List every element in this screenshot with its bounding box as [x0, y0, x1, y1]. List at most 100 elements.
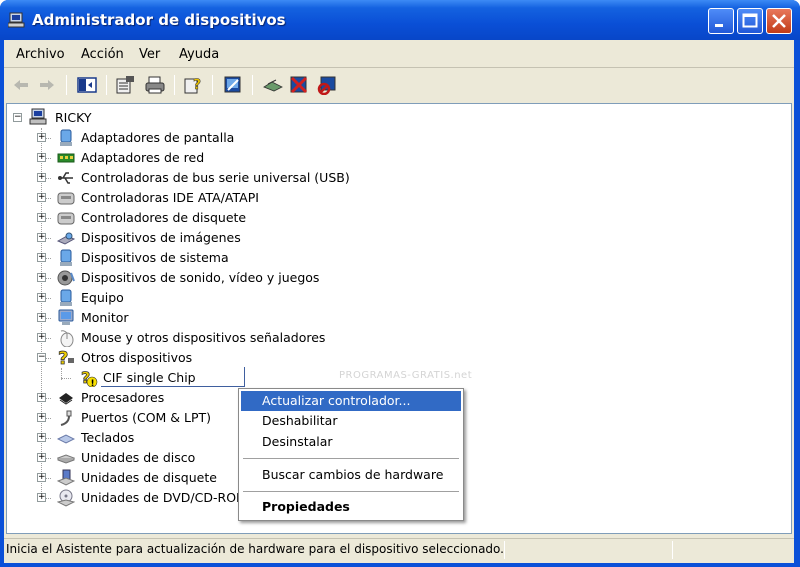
expand-icon[interactable]: + [37, 313, 46, 322]
status-bar: Inicia el Asistente para actualización d… [4, 538, 794, 560]
expand-icon[interactable]: + [37, 433, 46, 442]
properties-icon[interactable] [114, 75, 136, 95]
computer-icon [60, 289, 72, 306]
expand-icon[interactable]: + [37, 493, 46, 502]
monitor-icon [58, 309, 74, 325]
disable-device-icon[interactable] [288, 75, 310, 95]
tree-node[interactable]: + Unidades de disquete [35, 468, 235, 488]
tree-node-label: Adaptadores de red [81, 150, 205, 165]
collapse-icon[interactable]: − [37, 353, 46, 362]
ctx-uninstall[interactable]: Desinstalar [241, 432, 461, 452]
menu-ver[interactable]: Ver [139, 47, 160, 62]
expand-icon[interactable]: + [37, 453, 46, 462]
floppy-drive-icon [57, 469, 75, 486]
expand-icon[interactable]: + [37, 233, 46, 242]
port-icon [60, 410, 72, 426]
tree-root-ricky[interactable]: − RICKY [13, 108, 213, 128]
menu-archivo[interactable]: Archivo [16, 47, 65, 62]
help-icon[interactable]: ? [182, 75, 204, 95]
tree-node-label: Adaptadores de pantalla [81, 130, 235, 145]
expand-icon[interactable]: + [37, 273, 46, 282]
expand-icon[interactable]: + [37, 333, 46, 342]
tree-node-label: Dispositivos de imágenes [81, 230, 241, 245]
context-menu: Actualizar controlador... Deshabilitar D… [238, 388, 464, 521]
status-text: Inicia el Asistente para actualización d… [6, 542, 504, 556]
tree-node[interactable]: + Adaptadores de red [35, 148, 435, 168]
tree-node[interactable]: + Unidades de disco [35, 448, 235, 468]
processor-icon [59, 393, 73, 405]
floppy-controller-icon [57, 212, 75, 225]
tree-node-label: Monitor [81, 310, 129, 325]
maximize-button[interactable] [737, 8, 763, 34]
tree-node-label: Otros dispositivos [81, 350, 193, 365]
tree-node[interactable]: + Controladoras IDE ATA/ATAPI [35, 188, 435, 208]
ctx-disable[interactable]: Deshabilitar [241, 411, 461, 431]
minimize-button[interactable] [708, 8, 734, 34]
display-adapter-icon [60, 129, 72, 146]
tree-node[interactable]: + Equipo [35, 288, 435, 308]
menu-ayuda[interactable]: Ayuda [179, 47, 219, 62]
tree-node[interactable]: + Dispositivos de sistema [35, 248, 435, 268]
tree-node[interactable]: + Mouse y otros dispositivos señaladores [35, 328, 435, 348]
system-device-icon [60, 249, 72, 266]
collapse-icon[interactable]: − [13, 113, 22, 122]
tree-node[interactable]: + Monitor [35, 308, 435, 328]
computer-icon [8, 12, 25, 28]
toolbar-separator [66, 75, 67, 95]
tree-node-label: Mouse y otros dispositivos señaladores [81, 330, 326, 345]
scan-hardware-icon[interactable] [222, 75, 244, 95]
tree-node[interactable]: + Dispositivos de imágenes [35, 228, 435, 248]
close-button[interactable] [766, 8, 792, 34]
tree-node-label: Procesadores [81, 390, 165, 405]
tree-node-expanded[interactable]: − ? Otros dispositivos [35, 348, 435, 368]
ctx-scan-hardware[interactable]: Buscar cambios de hardware [241, 465, 461, 485]
tree-node[interactable]: + Teclados [35, 428, 235, 448]
rename-edit-box[interactable] [101, 367, 245, 387]
uninstall-device-icon[interactable] [316, 75, 338, 95]
tree-node[interactable]: + Controladoras de bus serie universal (… [35, 168, 435, 188]
ide-controller-icon [57, 192, 75, 205]
network-adapter-icon [57, 153, 75, 163]
status-divider [504, 541, 505, 559]
unknown-device-warning-icon: ?! [81, 369, 98, 387]
expand-icon[interactable]: + [37, 133, 46, 142]
mouse-icon [60, 330, 74, 347]
computer-icon [29, 108, 47, 125]
update-driver-icon[interactable] [262, 75, 284, 95]
imaging-device-icon [57, 232, 75, 245]
expand-icon[interactable]: + [37, 213, 46, 222]
menu-bar: Archivo Acción Ver Ayuda [4, 40, 794, 68]
expand-icon[interactable]: + [37, 293, 46, 302]
expand-icon[interactable]: + [37, 173, 46, 182]
toolbar-separator [252, 75, 253, 95]
back-arrow-icon[interactable] [10, 75, 32, 95]
tree-node-label: Unidades de disco [81, 450, 196, 465]
ctx-update-driver[interactable]: Actualizar controlador... [241, 391, 461, 411]
menu-accion[interactable]: Acción [81, 47, 124, 62]
tree-node-label: Puertos (COM & LPT) [81, 410, 212, 425]
tree-node[interactable]: + Controladores de disquete [35, 208, 435, 228]
forward-arrow-icon[interactable] [36, 75, 58, 95]
tree-node-label: Unidades de disquete [81, 470, 217, 485]
expand-icon[interactable]: + [37, 193, 46, 202]
tree-node[interactable]: + Adaptadores de pantalla [35, 128, 435, 148]
tree-node[interactable]: + Puertos (COM & LPT) [35, 408, 235, 428]
expand-icon[interactable]: + [37, 153, 46, 162]
expand-icon[interactable]: + [37, 253, 46, 262]
expand-icon[interactable]: + [37, 413, 46, 422]
expand-icon[interactable]: + [37, 393, 46, 402]
toolbar-separator [212, 75, 213, 95]
show-hide-tree-icon[interactable] [76, 75, 98, 95]
tree-node[interactable]: + Unidades de DVD/CD-ROM [35, 488, 247, 508]
tree-node[interactable]: + Dispositivos de sonido, vídeo y juegos [35, 268, 435, 288]
usb-icon [58, 172, 73, 184]
tree-node[interactable]: + Procesadores [35, 388, 235, 408]
tree-line [61, 378, 71, 379]
sound-device-icon [57, 270, 75, 286]
ctx-separator [243, 458, 459, 459]
ctx-properties[interactable]: Propiedades [241, 497, 461, 517]
print-icon[interactable] [144, 75, 166, 95]
svg-text:?: ? [58, 348, 68, 366]
title-bar[interactable]: Administrador de dispositivos [0, 0, 800, 40]
expand-icon[interactable]: + [37, 473, 46, 482]
